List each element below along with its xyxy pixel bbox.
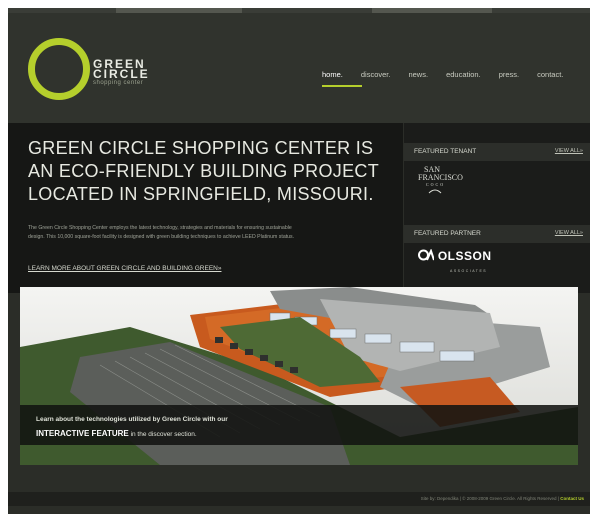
interactive-feature-link[interactable]: INTERACTIVE FEATURE xyxy=(36,429,129,438)
nav-news[interactable]: news. xyxy=(408,70,428,79)
nav-discover[interactable]: discover. xyxy=(361,70,391,79)
featured-sidebar: FEATURED TENANT VIEW ALL» SAN FRANCISCO … xyxy=(403,123,590,293)
feature-caption-line-1: Learn about the technologies utilized by… xyxy=(36,416,228,423)
hero-description: The Green Circle Shopping Center employs… xyxy=(28,224,383,242)
featured-partner-heading: FEATURED PARTNER xyxy=(414,230,481,237)
nav-active-indicator xyxy=(322,85,362,87)
learn-more-link[interactable]: LEARN MORE ABOUT GREEN CIRCLE AND BUILDI… xyxy=(28,265,221,272)
partner-logo-mark-icon xyxy=(418,248,435,261)
hero-body-line: The Green Circle Shopping Center employs… xyxy=(28,225,292,231)
nav-home[interactable]: home. xyxy=(322,70,343,79)
feature-caption-line-2: INTERACTIVE FEATURE in the discover sect… xyxy=(36,429,197,438)
footer-copyright: © 2008-2009 Green Circle. All Rights Res… xyxy=(462,496,557,501)
logo-circle-icon[interactable] xyxy=(28,38,90,100)
nav-press[interactable]: press. xyxy=(499,70,519,79)
main-nav: home. discover. news. education. press. … xyxy=(322,70,581,79)
hero-body-line: design. This 10,000 square-foot facility… xyxy=(28,234,295,240)
nav-education[interactable]: education. xyxy=(446,70,481,79)
featured-tenant-header: FEATURED TENANT VIEW ALL» xyxy=(404,143,590,161)
site-header: GREEN CIRCLE shopping center home. disco… xyxy=(8,13,590,123)
feature-caption-box xyxy=(20,405,578,445)
tenant-logo-line: FRANCISCO xyxy=(418,173,463,182)
footer-contact-link[interactable]: Contact Us xyxy=(560,496,584,501)
hero-title-line: GREEN CIRCLE SHOPPING CENTER IS xyxy=(28,138,374,158)
tenant-logo[interactable]: SAN FRANCISCO COCO xyxy=(418,166,463,196)
hero-band: GREEN CIRCLE SHOPPING CENTER IS AN ECO-F… xyxy=(8,123,590,293)
hero-title-line: AN ECO-FRIENDLY BUILDING PROJECT xyxy=(28,161,379,181)
footer-text: Site by: Dependika | © 2008-2009 Green C… xyxy=(421,496,584,501)
nav-contact[interactable]: contact. xyxy=(537,70,563,79)
partner-logo[interactable]: OLSSON xyxy=(418,248,492,263)
logo-text[interactable]: GREEN CIRCLE xyxy=(93,58,150,81)
hero-title: GREEN CIRCLE SHOPPING CENTER IS AN ECO-F… xyxy=(28,137,388,206)
tenant-view-all-link[interactable]: VIEW ALL» xyxy=(555,148,583,154)
partner-view-all-link[interactable]: VIEW ALL» xyxy=(555,230,583,236)
partner-logo-text: OLSSON xyxy=(437,249,492,263)
featured-tenant-heading: FEATURED TENANT xyxy=(414,148,477,155)
logo-subtitle: shopping center xyxy=(93,80,144,86)
logo-line-2: CIRCLE xyxy=(93,67,150,81)
partner-logo-subtitle: ASSOCIATES xyxy=(450,269,488,273)
hero-title-line: LOCATED IN SPRINGFIELD, MISSOURI. xyxy=(28,184,374,204)
footer-site-by: Site by: Dependika xyxy=(420,496,459,501)
tenant-logo-leaf-icon xyxy=(428,189,442,194)
feature-caption-rest: in the discover section. xyxy=(130,431,197,438)
site-footer: Site by: Dependika | © 2008-2009 Green C… xyxy=(8,492,590,506)
featured-partner-header: FEATURED PARTNER VIEW ALL» xyxy=(404,225,590,243)
